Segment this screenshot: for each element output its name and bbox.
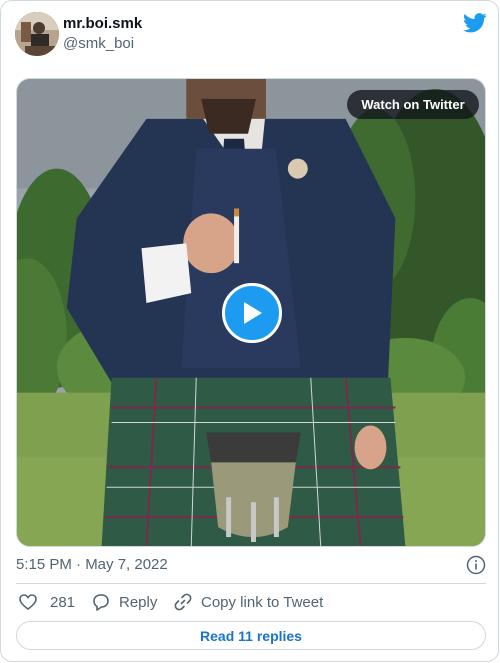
divider — [16, 583, 486, 584]
read-replies-button[interactable]: Read 11 replies — [16, 621, 486, 650]
user-handle[interactable]: @smk_boi — [63, 35, 134, 52]
copy-link-button[interactable]: Copy link to Tweet — [173, 592, 323, 612]
heart-icon — [19, 594, 37, 611]
reply-bubble-icon — [93, 594, 109, 611]
like-button[interactable]: 281 — [18, 592, 75, 612]
avatar[interactable] — [15, 12, 59, 56]
watch-on-twitter-button[interactable]: Watch on Twitter — [347, 90, 479, 119]
tweet-timestamp[interactable]: 5:15 PM · May 7, 2022 — [16, 556, 168, 573]
tweet-video[interactable]: Watch on Twitter — [16, 78, 486, 547]
display-name[interactable]: mr.boi.smk — [63, 15, 142, 32]
info-icon[interactable] — [466, 555, 486, 575]
embedded-tweet-card: mr.boi.smk @smk_boi Watch on Twitter 5:1… — [0, 0, 499, 662]
twitter-bird-icon[interactable] — [463, 13, 487, 33]
copy-link-label: Copy link to Tweet — [201, 593, 324, 611]
reply-label: Reply — [119, 593, 158, 611]
link-icon — [174, 593, 192, 611]
reply-button[interactable]: Reply — [91, 592, 157, 612]
play-button[interactable] — [222, 283, 282, 343]
like-count: 281 — [50, 593, 76, 611]
play-icon — [244, 302, 262, 324]
